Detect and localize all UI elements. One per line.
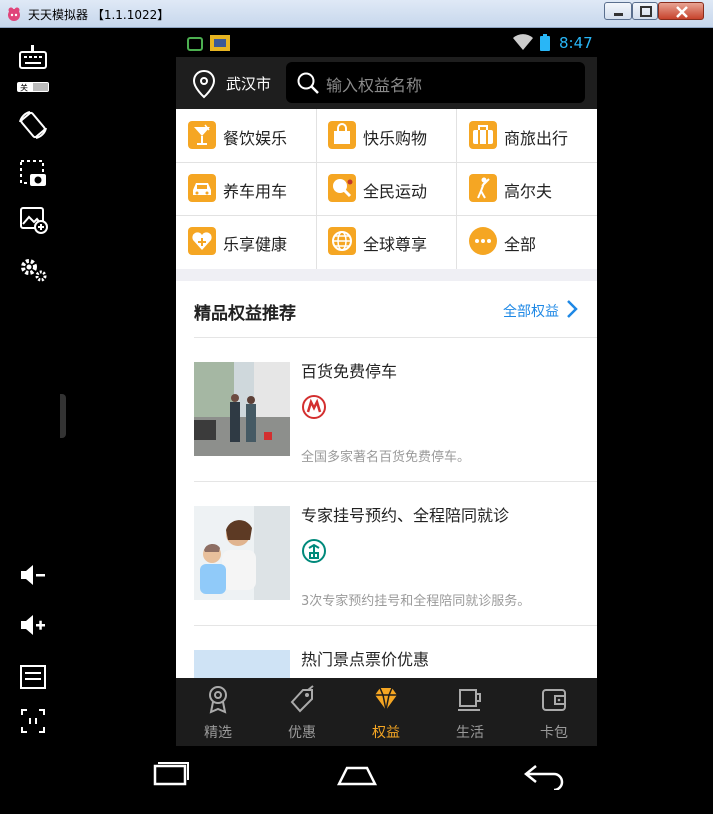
category-label: 全民运动	[363, 182, 428, 201]
briefcase-icon	[469, 121, 497, 149]
settings-icon[interactable]	[16, 252, 50, 286]
tab-label: 优惠	[288, 725, 316, 741]
category-label: 养车用车	[223, 182, 288, 201]
health-heart-icon	[188, 227, 216, 255]
add-image-icon[interactable]	[16, 202, 50, 236]
android-nav-bar	[66, 746, 713, 814]
recent-apps-icon[interactable]	[146, 760, 196, 790]
tab-benefits[interactable]: 权益	[344, 678, 428, 746]
keyboard-icon[interactable]	[16, 42, 50, 76]
item-description: 3次专家预约挂号和全程陪同就诊服务。	[301, 594, 531, 609]
sidebar-collapse-handle[interactable]	[60, 394, 66, 438]
category-all[interactable]: 全部	[457, 215, 597, 268]
tab-featured[interactable]: 精选	[176, 678, 260, 746]
all-benefits-link[interactable]: 全部权益	[503, 301, 559, 321]
android-status-bar: 8:47	[176, 28, 597, 57]
menu-icon[interactable]	[16, 660, 50, 694]
tab-label: 卡包	[540, 725, 568, 741]
category-label: 商旅出行	[504, 129, 569, 148]
category-label: 乐享健康	[223, 235, 288, 254]
shopping-bag-icon	[328, 121, 356, 149]
ping-pong-icon	[328, 174, 356, 202]
bottom-tab-bar: 精选 优惠 权益 生活 卡包	[176, 678, 597, 746]
keyboard-badge-label: 关	[20, 83, 28, 93]
close-button[interactable]	[658, 2, 704, 20]
doctor-thumbnail	[194, 506, 290, 600]
screenshot-icon[interactable]	[16, 156, 50, 190]
category-health[interactable]: 乐享健康	[176, 215, 316, 268]
item-title: 专家挂号预约、全程陪同就诊	[301, 506, 510, 525]
category-car[interactable]: 养车用车	[176, 162, 316, 215]
chevron-right-icon[interactable]	[566, 299, 578, 319]
tab-label: 生活	[456, 725, 484, 741]
section-title: 精品权益推荐	[194, 304, 296, 324]
grid-divider	[316, 109, 317, 269]
item-title: 百货免费停车	[301, 362, 398, 381]
minimize-button[interactable]	[604, 2, 632, 20]
category-grid: 餐饮娱乐 快乐购物 商旅出行 养车用车 全民运动 高尔夫 乐享健康 全球尊享 全…	[176, 109, 597, 269]
cocktail-icon	[188, 121, 216, 149]
item-description: 全国多家著名百货免费停车。	[301, 450, 471, 465]
fit-screen-icon[interactable]	[16, 704, 50, 738]
globe-icon	[328, 227, 356, 255]
grid-divider	[176, 162, 597, 163]
category-label: 餐饮娱乐	[223, 129, 288, 148]
app-logo-icon	[8, 7, 20, 21]
tab-wallet[interactable]: 卡包	[512, 678, 596, 746]
badge-icon	[209, 686, 227, 714]
city-selector[interactable]: 武汉市	[226, 73, 271, 94]
app-header: 武汉市 输入权益名称	[176, 57, 597, 109]
search-icon	[297, 72, 319, 94]
category-shopping[interactable]: 快乐购物	[316, 109, 456, 162]
list-item[interactable]: 百货免费停车 全国多家著名百货免费停车。	[194, 338, 597, 482]
search-input[interactable]: 输入权益名称	[286, 62, 585, 103]
category-golf[interactable]: 高尔夫	[457, 162, 597, 215]
search-placeholder: 输入权益名称	[326, 76, 423, 95]
battery-icon	[540, 34, 550, 51]
car-icon	[188, 174, 216, 202]
category-sports[interactable]: 全民运动	[316, 162, 456, 215]
category-dining[interactable]: 餐饮娱乐	[176, 109, 316, 162]
location-pin-icon[interactable]	[192, 69, 216, 99]
keyboard-toggle-badge[interactable]: 关	[17, 82, 49, 92]
phone-screen: 8:47 武汉市 输入权益名称 餐饮娱乐 快乐购物 商旅出行 养车用车 全民运动…	[176, 28, 597, 746]
category-label: 全球尊享	[363, 235, 428, 254]
window-title: 天天模拟器 【1.1.1022】	[28, 8, 170, 22]
wifi-icon	[513, 34, 533, 50]
maximize-button[interactable]	[632, 2, 658, 20]
category-travel[interactable]: 商旅出行	[457, 109, 597, 162]
diamond-icon	[375, 687, 397, 711]
item-title: 热门景点票价优惠	[301, 650, 430, 669]
category-label: 全部	[504, 235, 537, 254]
status-time: 8:47	[559, 34, 593, 52]
tab-label: 权益	[372, 725, 400, 741]
volume-up-icon[interactable]	[16, 608, 50, 642]
category-label: 快乐购物	[363, 129, 428, 148]
back-icon[interactable]	[520, 760, 570, 790]
emulator-toolbar: 关	[0, 28, 66, 814]
tag-icon	[290, 685, 314, 713]
list-item[interactable]: 专家挂号预约、全程陪同就诊 3次专家预约挂号和全程陪同就诊服务。	[194, 482, 597, 626]
category-global[interactable]: 全球尊享	[316, 215, 456, 268]
tab-label: 精选	[204, 725, 232, 741]
grid-divider	[456, 109, 457, 269]
title-bar: 天天模拟器 【1.1.1022】	[0, 0, 713, 28]
home-icon[interactable]	[332, 760, 382, 790]
rotate-icon[interactable]	[16, 108, 50, 142]
volume-down-icon[interactable]	[16, 558, 50, 592]
abc-logo	[302, 539, 326, 563]
parking-thumbnail	[194, 362, 290, 456]
emulator-window: 天天模拟器 【1.1.1022】 关 8:47 武汉市 输入权益名称 餐饮娱乐 …	[0, 0, 713, 814]
category-label: 高尔夫	[504, 182, 553, 201]
more-icon	[469, 227, 497, 255]
coffee-cup-icon	[458, 689, 481, 711]
wallet-icon	[542, 689, 566, 711]
golf-icon	[469, 174, 497, 202]
grid-divider	[176, 215, 597, 216]
cmb-logo	[302, 395, 326, 419]
notification-icons	[187, 35, 230, 51]
tab-life[interactable]: 生活	[428, 678, 512, 746]
tab-deals[interactable]: 优惠	[260, 678, 344, 746]
recommend-section: 精品权益推荐 全部权益 百货免费停车 全国多家著名百货免费停车。 专家挂号预约、…	[176, 281, 597, 744]
